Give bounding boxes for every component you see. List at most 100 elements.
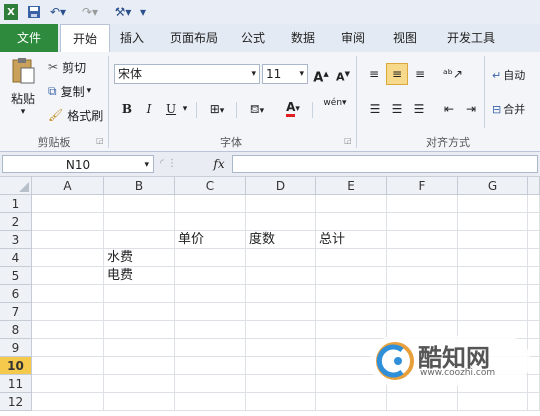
row-header[interactable]: 8 <box>0 321 32 339</box>
grid-cell[interactable] <box>387 249 458 267</box>
grid-cell[interactable] <box>528 285 540 303</box>
save-icon[interactable] <box>26 4 42 20</box>
grid-cell[interactable] <box>387 393 458 411</box>
cell-D3[interactable]: 度数 <box>246 231 316 249</box>
decrease-indent-button[interactable]: ⇤ <box>440 100 458 118</box>
grid-cell[interactable] <box>175 267 246 285</box>
grid-cell[interactable] <box>175 393 246 411</box>
grid-cell[interactable] <box>246 303 316 321</box>
grid-cell[interactable] <box>246 357 316 375</box>
clipboard-launcher-icon[interactable]: ◲ <box>96 136 104 145</box>
row-header[interactable]: 10 <box>0 357 32 375</box>
grid-cell[interactable] <box>458 231 528 249</box>
tab-insert[interactable]: 插入 <box>112 24 152 52</box>
row-header[interactable]: 11 <box>0 375 32 393</box>
row-header[interactable]: 9 <box>0 339 32 357</box>
grid-cell[interactable] <box>175 303 246 321</box>
font-color-button[interactable]: A▾ <box>280 98 306 120</box>
grid-cell[interactable] <box>32 195 104 213</box>
grid-cell[interactable] <box>246 339 316 357</box>
align-middle-button[interactable]: ≡ <box>386 63 408 85</box>
grid-cell[interactable] <box>528 195 540 213</box>
font-size-select[interactable]: 11 ▾ <box>262 64 308 84</box>
grid-cell[interactable] <box>104 357 175 375</box>
column-header[interactable]: F <box>387 177 458 195</box>
column-header[interactable]: E <box>316 177 387 195</box>
grid-cell[interactable] <box>458 195 528 213</box>
qat-dropdown-icon[interactable]: ▾ <box>138 4 148 20</box>
grid-cell[interactable] <box>175 195 246 213</box>
grid-cell[interactable] <box>104 393 175 411</box>
grid-cell[interactable] <box>175 213 246 231</box>
format-painter-button[interactable]: 🖌 格式刷 <box>48 106 103 124</box>
grid-cell[interactable] <box>246 321 316 339</box>
grid-cell[interactable] <box>246 393 316 411</box>
tab-formulas[interactable]: 公式 <box>236 24 270 52</box>
grid-cell[interactable] <box>246 249 316 267</box>
orientation-button[interactable]: ᵃᵇ↗ <box>440 65 466 83</box>
grid-cell[interactable] <box>32 375 104 393</box>
grid-cell[interactable] <box>387 231 458 249</box>
grid-cell[interactable] <box>316 285 387 303</box>
grid-cell[interactable] <box>316 213 387 231</box>
grid-cell[interactable] <box>316 195 387 213</box>
grid-cell[interactable] <box>104 213 175 231</box>
wrap-text-button[interactable]: ↵ 自动 <box>492 66 525 84</box>
column-header[interactable] <box>528 177 540 195</box>
cell-E3[interactable]: 总计 <box>316 231 387 249</box>
row-header[interactable]: 5 <box>0 267 32 285</box>
row-header[interactable]: 12 <box>0 393 32 411</box>
grid-cell[interactable] <box>104 195 175 213</box>
paste-button[interactable]: 粘贴 ▾ <box>6 56 40 126</box>
grid-cell[interactable] <box>458 393 528 411</box>
increase-indent-button[interactable]: ⇥ <box>462 100 480 118</box>
column-header[interactable]: D <box>246 177 316 195</box>
grid-cell[interactable] <box>458 249 528 267</box>
grid-cell[interactable] <box>316 267 387 285</box>
fill-color-button[interactable]: ⛾▾ <box>244 100 270 118</box>
grid-cell[interactable] <box>316 393 387 411</box>
tab-developer[interactable]: 开发工具 <box>440 24 502 52</box>
grid-cell[interactable] <box>32 213 104 231</box>
bold-button[interactable]: B <box>118 100 136 118</box>
grid-cell[interactable] <box>528 393 540 411</box>
cell-B4[interactable]: 水费 <box>104 249 175 267</box>
formula-input[interactable] <box>232 155 538 173</box>
grid-cell[interactable] <box>175 357 246 375</box>
name-box[interactable]: N10 ▾ <box>2 155 154 173</box>
grid-cell[interactable] <box>104 285 175 303</box>
grid-cell[interactable] <box>32 357 104 375</box>
grid-cell[interactable] <box>175 375 246 393</box>
grid-cell[interactable] <box>104 303 175 321</box>
grid-cell[interactable] <box>528 213 540 231</box>
italic-button[interactable]: I <box>140 100 158 118</box>
grid-cell[interactable] <box>387 213 458 231</box>
grid-cell[interactable] <box>32 249 104 267</box>
font-name-select[interactable]: 宋体 ▾ <box>114 64 260 84</box>
grid-cell[interactable] <box>387 303 458 321</box>
borders-button[interactable]: ⊞▾ <box>204 100 230 118</box>
phonetic-button[interactable]: wén▾ <box>320 98 350 120</box>
grid-cell[interactable] <box>246 375 316 393</box>
redo-icon[interactable]: ↷▾ <box>80 4 100 20</box>
align-left-button[interactable]: ☰ <box>366 100 384 118</box>
cell-C3[interactable]: 单价 <box>175 231 246 249</box>
tab-file[interactable]: 文件 <box>0 24 58 52</box>
underline-button[interactable]: U <box>162 100 180 118</box>
cut-button[interactable]: ✂ 剪切 <box>48 58 86 76</box>
grid-cell[interactable] <box>246 285 316 303</box>
grid-cell[interactable] <box>387 267 458 285</box>
grid-cell[interactable] <box>246 267 316 285</box>
grid-cell[interactable] <box>458 285 528 303</box>
grid-cell[interactable] <box>104 321 175 339</box>
merge-center-button[interactable]: ⊟ 合并 <box>492 100 525 118</box>
row-header[interactable]: 6 <box>0 285 32 303</box>
tab-page-layout[interactable]: 页面布局 <box>164 24 224 52</box>
tab-view[interactable]: 视图 <box>388 24 422 52</box>
select-all-corner[interactable] <box>0 177 32 195</box>
column-header[interactable]: B <box>104 177 175 195</box>
column-header[interactable]: G <box>458 177 528 195</box>
tab-home[interactable]: 开始 <box>60 24 110 53</box>
grid-cell[interactable] <box>104 231 175 249</box>
grid-cell[interactable] <box>316 249 387 267</box>
